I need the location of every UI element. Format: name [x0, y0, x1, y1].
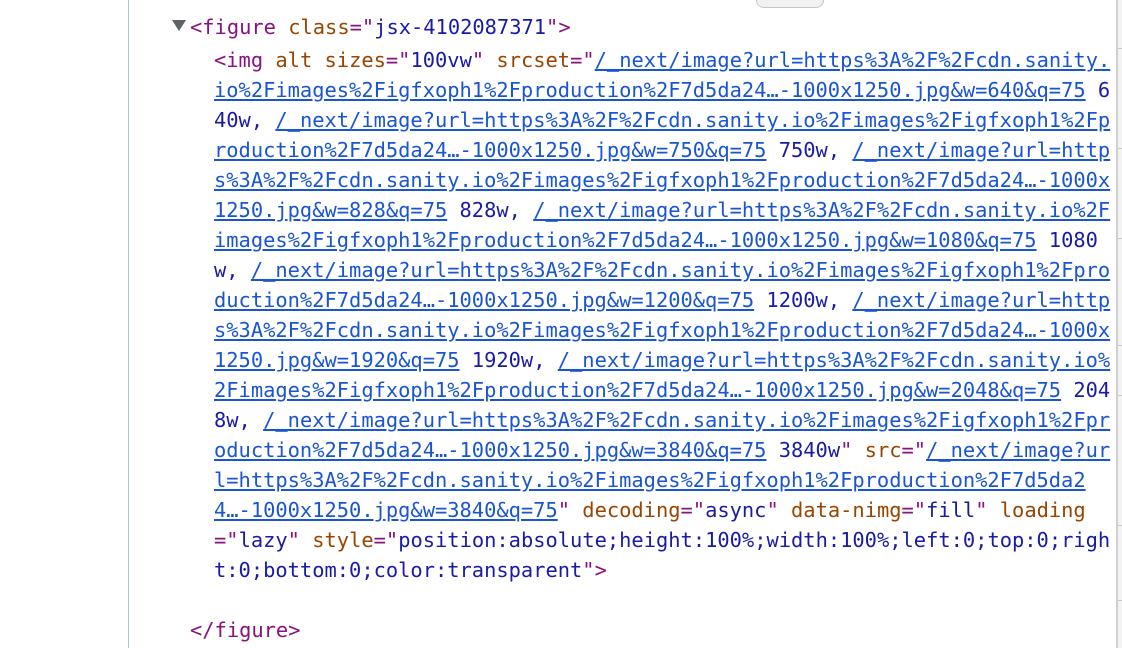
img-data-nimg-attr-value[interactable]: fill	[926, 498, 975, 522]
figure-close-tag-line[interactable]: </figure>	[190, 615, 301, 645]
img-sizes-attr-value[interactable]: 100vw	[410, 48, 471, 72]
equals-quote: ="	[349, 15, 375, 39]
img-element-line[interactable]: <img alt sizes="100vw" srcset="/_next/im…	[214, 45, 1116, 585]
srcset-descriptor: 750w,	[766, 138, 853, 162]
img-data-nimg-attr-name[interactable]: data-nimg	[791, 498, 902, 522]
triangle-down-icon[interactable]	[172, 20, 186, 31]
srcset-descriptor: 828w,	[447, 198, 534, 222]
img-loading-attr-value[interactable]: lazy	[239, 528, 288, 552]
srcset-descriptor: 1200w,	[754, 288, 853, 312]
figure-close-bracket: >	[558, 15, 571, 39]
figure-close-tag: </figure>	[190, 618, 301, 642]
styles-sidebar-edge	[1118, 0, 1122, 648]
badge-pill[interactable]	[756, 0, 824, 8]
end-quote: "	[557, 498, 571, 522]
sidebar-divider	[1118, 48, 1122, 49]
img-alt-attr[interactable]: alt	[275, 48, 312, 72]
sidebar-divider	[1118, 600, 1122, 601]
img-style-attr-name[interactable]: style	[312, 528, 373, 552]
end-quote: "	[766, 498, 779, 522]
img-decoding-attr-value[interactable]: async	[705, 498, 766, 522]
srcset-value: /_next/image?url=https%3A%2F%2Fcdn.sanit…	[214, 48, 1110, 462]
end-quote: "	[840, 438, 853, 462]
sidebar-divider	[1118, 148, 1122, 149]
sidebar-divider	[1118, 345, 1122, 346]
img-close-bracket: >	[594, 558, 607, 582]
img-tag-name: <img	[214, 48, 264, 72]
figure-tag-name: <figure	[190, 15, 276, 39]
srcset-descriptor: 1920w,	[459, 348, 558, 372]
equals-quote: ="	[680, 498, 706, 522]
img-srcset-attr-name[interactable]: srcset	[496, 48, 570, 72]
end-quote: "	[471, 48, 485, 72]
equals-quote: ="	[214, 528, 239, 552]
sidebar-divider	[1118, 238, 1122, 239]
indent-guide-line	[128, 0, 129, 648]
img-src-attr-name[interactable]: src	[865, 438, 902, 462]
figure-class-attr-value[interactable]: jsx-4102087371	[374, 15, 546, 39]
equals-quote: ="	[385, 48, 411, 72]
equals-quote: ="	[901, 498, 927, 522]
equals-quote: ="	[901, 438, 927, 462]
equals-quote: ="	[373, 528, 399, 552]
img-sizes-attr-name[interactable]: sizes	[325, 48, 386, 72]
devtools-elements-panel: <figure class="jsx-4102087371"> <img alt…	[0, 0, 1122, 648]
img-decoding-attr-name[interactable]: decoding	[582, 498, 680, 522]
figure-class-attr-name[interactable]: class	[288, 15, 349, 39]
srcset-descriptor: 3840w	[766, 438, 841, 462]
end-quote: "	[975, 498, 988, 522]
end-quote: "	[582, 558, 595, 582]
figure-open-end: "	[546, 15, 559, 39]
sidebar-divider	[1118, 525, 1122, 526]
figure-open-tag-line[interactable]: <figure class="jsx-4102087371">	[172, 12, 571, 42]
equals-quote: ="	[570, 48, 595, 72]
sidebar-divider	[1118, 395, 1122, 396]
img-loading-attr-name[interactable]: loading	[1000, 498, 1086, 522]
end-quote: "	[287, 528, 300, 552]
